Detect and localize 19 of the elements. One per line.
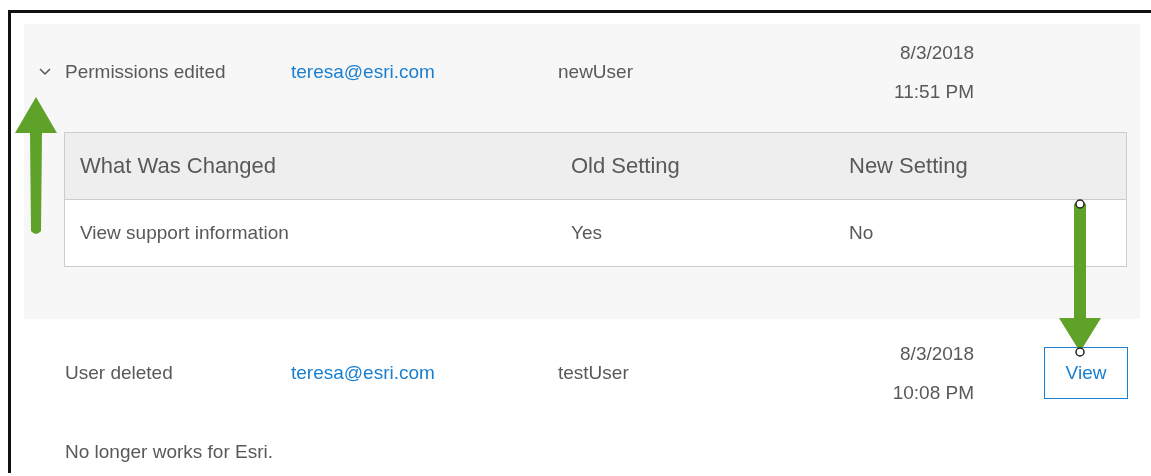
username: newUser [558, 61, 634, 83]
view-button[interactable]: View [1044, 347, 1128, 399]
column-header: New Setting [834, 132, 1127, 200]
event-date: 8/3/2018 [900, 41, 974, 64]
event-action: User deleted [65, 362, 174, 384]
chevron-icon[interactable] [38, 68, 51, 76]
username: testUser [558, 362, 630, 384]
email-link[interactable]: teresa@esri.com [291, 61, 435, 82]
event-note: No longer works for Esri. [65, 441, 274, 463]
event-time: 10:08 PM [892, 381, 974, 404]
event-date: 8/3/2018 [900, 342, 974, 365]
table-cell: View support information [64, 199, 556, 267]
email-link[interactable]: teresa@esri.com [291, 362, 435, 383]
event-action: Permissions edited [65, 61, 227, 83]
column-header: Old Setting [556, 132, 834, 200]
event-time: 11:51 PM [894, 80, 974, 103]
table-cell: Yes [556, 199, 834, 267]
column-header: What Was Changed [64, 132, 556, 200]
table-cell: No [834, 199, 1127, 267]
